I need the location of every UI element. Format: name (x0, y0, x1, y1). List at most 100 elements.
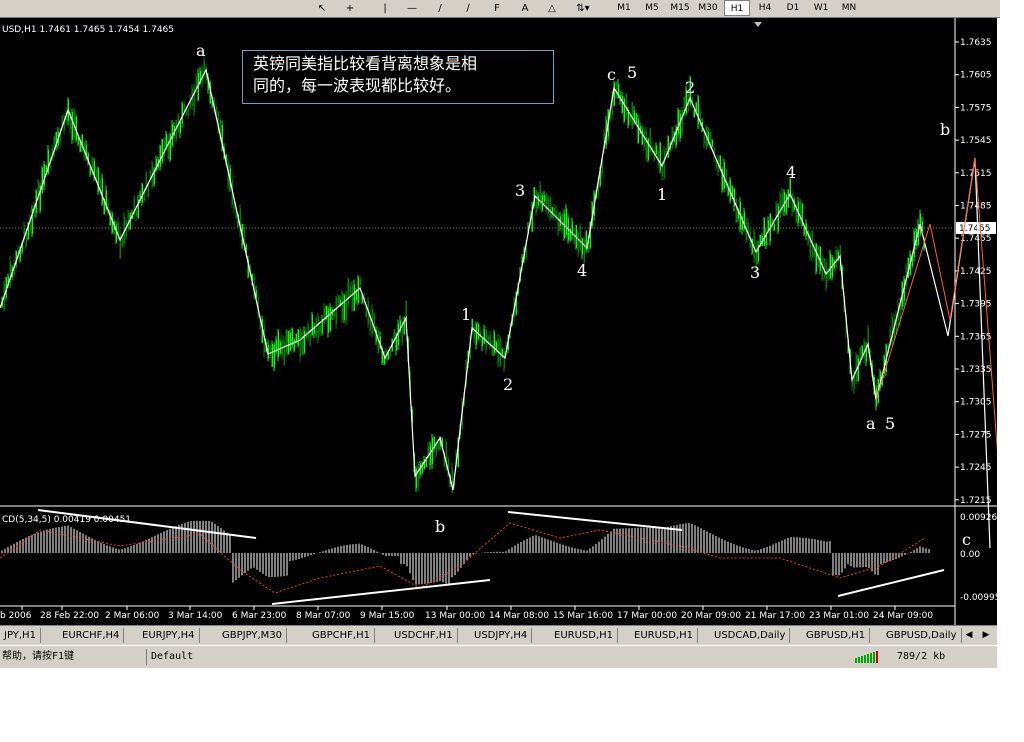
candle-body (647, 138, 649, 160)
candle-body (315, 317, 317, 338)
timeframe-w1[interactable]: W1 (808, 0, 834, 16)
candle-body (493, 332, 495, 353)
candle-body (637, 119, 639, 144)
timeframe-m30[interactable]: M30 (695, 0, 721, 16)
candle-body (475, 323, 477, 345)
candle-body (167, 137, 169, 160)
candle-body (327, 308, 329, 333)
candle-body (41, 167, 43, 194)
wave-label: 4 (786, 163, 796, 182)
candle-body (417, 464, 419, 488)
timeframe-m15[interactable]: M15 (667, 0, 693, 16)
equidistant-channel-icon[interactable]: ∕ (458, 1, 478, 16)
status-help-text: 帮助，请按F1键 (2, 651, 75, 662)
vertical-line-icon[interactable]: | (375, 1, 395, 16)
candle-body (337, 296, 339, 306)
candle-body (577, 232, 579, 253)
candle-body (581, 238, 583, 255)
timeframe-h1[interactable]: H1 (724, 0, 750, 16)
chart-tab[interactable]: EURUSD,H1 (630, 628, 699, 643)
candle-body (287, 331, 289, 354)
horizontal-line-icon[interactable]: — (402, 1, 422, 16)
candle-body (135, 210, 137, 217)
wave-label: a (196, 41, 206, 60)
timeframe-m5[interactable]: M5 (639, 0, 665, 16)
date-tick-label: 3 Mar 14:00 (168, 611, 223, 621)
candle-body (343, 295, 345, 320)
wave-label: 2 (685, 78, 695, 97)
candle-body (825, 262, 827, 289)
candle-body (819, 246, 821, 271)
chart-tabs-bar: JPY,H1 EURCHF,H4 EURJPY,H4 GBPJPY,M30 GBPCHF… (0, 625, 997, 645)
candle-body (667, 136, 669, 158)
macd-divergence-line (837, 569, 945, 597)
label-tool-icon[interactable]: △ (542, 1, 562, 16)
date-tick-label: b 2006 (0, 611, 32, 621)
price-tick-label: 1.7365 (960, 332, 992, 342)
chart-tab[interactable]: USDCAD,Daily (710, 628, 791, 643)
candle-body (539, 184, 541, 207)
candle-body (857, 358, 859, 381)
tab-scroll-right-icon[interactable]: ▶ (979, 628, 993, 643)
candle-body (299, 329, 301, 358)
date-tick-label: 23 Mar 01:00 (809, 611, 869, 621)
cursor-icon[interactable]: ↖ (312, 1, 332, 16)
candle-body (583, 239, 585, 263)
wave-label: b (940, 120, 950, 139)
candle-body (187, 108, 189, 116)
chart-tab[interactable]: EURJPY,H4 (138, 628, 200, 643)
trendline-icon[interactable]: / (430, 1, 450, 16)
candle-body (301, 333, 303, 355)
annotation-line-1: 英镑同美指比较看背离想象是相 (253, 54, 478, 73)
chart-tab[interactable]: GBPUSD,Daily (882, 628, 962, 643)
chart-window[interactable]: 1.7635 1.7605 1.7575 1.7545 1.7515 1.7485 1.74… (0, 18, 997, 625)
candle-body (623, 98, 625, 122)
chart-tab[interactable]: USDCHF,H1 (390, 628, 458, 643)
chart-tab[interactable]: JPY,H1 (0, 628, 41, 643)
chart-tab[interactable]: EURUSD,H1 (550, 628, 619, 643)
candle-body (425, 460, 427, 467)
status-traffic: 789/2 kb (897, 651, 946, 662)
timeframe-m1[interactable]: M1 (611, 0, 637, 16)
timeframe-d1[interactable]: D1 (780, 0, 806, 16)
crosshair-icon[interactable]: + (340, 1, 360, 16)
candle-body (307, 324, 309, 338)
candle-body (785, 194, 787, 214)
candle-body (677, 109, 679, 134)
candle-body (711, 140, 713, 147)
annotation-text-box[interactable]: 英镑同美指比较看背离想象是相 同的，每一波表现都比较好。 (242, 50, 554, 104)
timeframe-mn[interactable]: MN (836, 0, 862, 16)
chart-tab[interactable]: GBPCHF,H1 (308, 628, 375, 643)
chart-tab[interactable]: GBPJPY,M30 (218, 628, 288, 643)
candle-body (621, 95, 623, 114)
toolbar: ↖ + | — / ∕ F A △ ⇅▾ M1 M5 M15 M30 H1 H4… (0, 0, 1000, 18)
candle-body (565, 208, 567, 235)
timeframe-h4[interactable]: H4 (752, 0, 778, 16)
arrows-tool-icon[interactable]: ⇅▾ (570, 1, 596, 16)
price-chart[interactable]: 1.76351.76051.75751.75451.75151.74851.74… (0, 18, 997, 625)
date-tick-label: 17 Mar 00:00 (617, 611, 677, 621)
status-bar: 帮助，请按F1键 Default 789/2 kb (0, 645, 997, 668)
candle-body (725, 169, 727, 189)
candle-body (655, 145, 657, 155)
fibonacci-icon[interactable]: F (487, 1, 507, 16)
price-tick-label: 1.7455 (960, 234, 992, 244)
text-tool-icon[interactable]: A (515, 1, 535, 16)
macd-divergence-line (271, 579, 491, 605)
chart-tab[interactable]: EURCHF,H4 (58, 628, 125, 643)
tab-scroll-left-icon[interactable]: ◀ (962, 628, 976, 643)
date-tick-label: 6 Mar 23:00 (232, 611, 287, 621)
price-tick-label: 1.7425 (960, 267, 992, 277)
wave-label: 4 (577, 261, 587, 280)
chart-tab[interactable]: GBPUSD,H1 (802, 628, 871, 643)
candle-body (835, 249, 837, 267)
chart-header: USD,H1 1.7461 1.7465 1.7454 1.7465 (2, 25, 174, 35)
candle-body (557, 214, 559, 232)
wave-label: 5 (627, 63, 637, 82)
candle-body (821, 257, 823, 280)
chart-tab[interactable]: USDJPY,H4 (470, 628, 533, 643)
candle-body (347, 278, 349, 306)
status-profile: Default (146, 649, 251, 665)
date-tick-label: 15 Mar 16:00 (553, 611, 613, 621)
candle-body (773, 224, 775, 231)
